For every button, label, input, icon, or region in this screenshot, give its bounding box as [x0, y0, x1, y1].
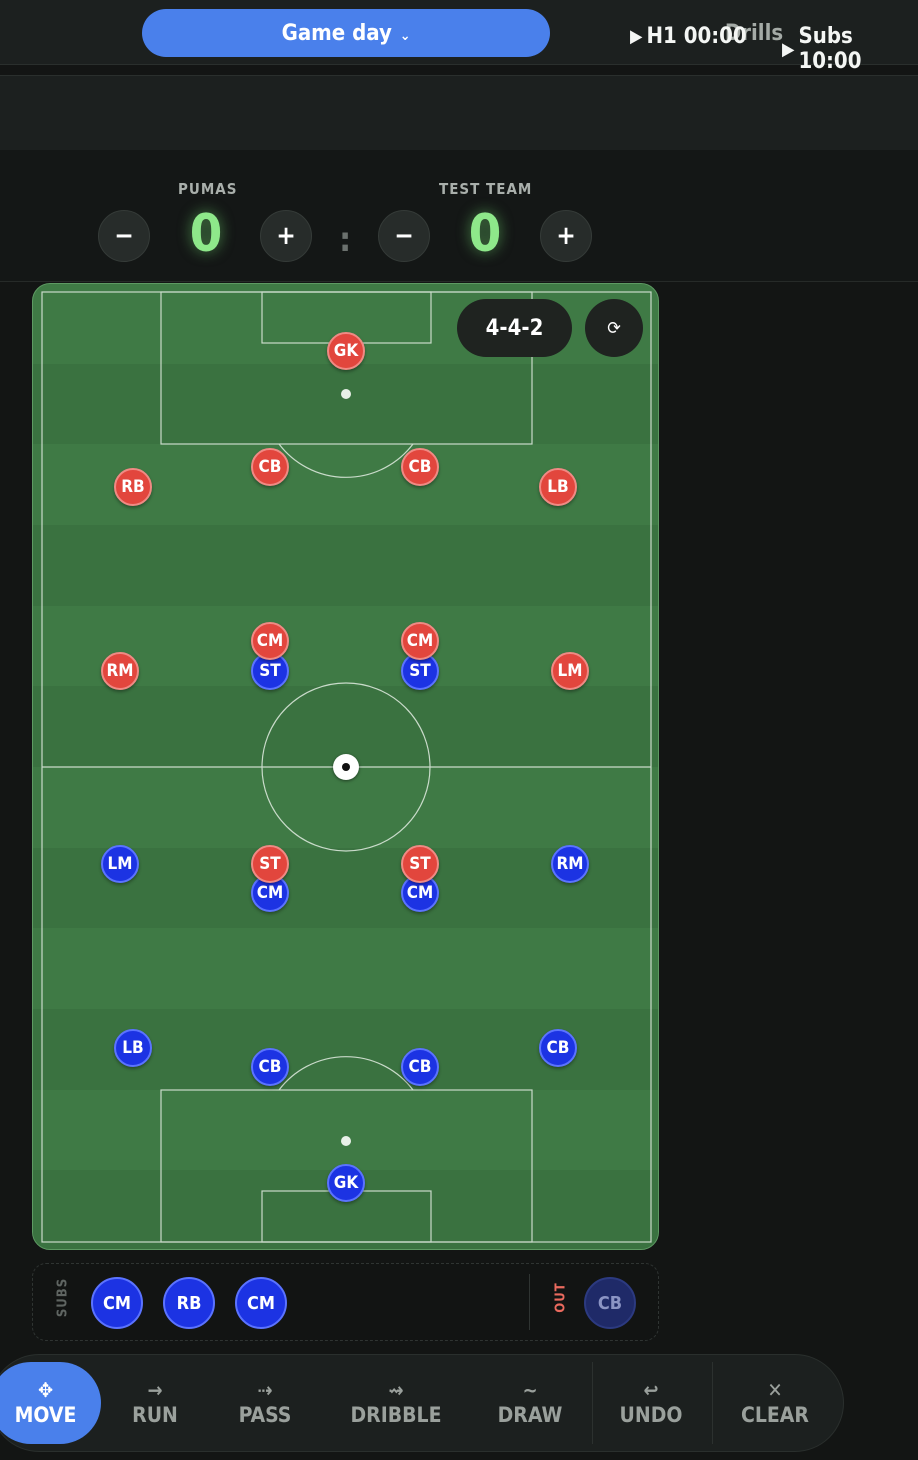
freehand-icon: ∼ — [522, 1378, 538, 1402]
red-player-lm[interactable]: LM — [551, 652, 589, 690]
blue-player-cb[interactable]: CB — [251, 1048, 289, 1086]
undo-button[interactable]: ↩ UNDO — [608, 1362, 694, 1444]
ball[interactable] — [333, 754, 359, 780]
red-player-gk[interactable]: GK — [327, 332, 365, 370]
subs-timer-button[interactable]: ▶ Subs 10:00 — [782, 24, 918, 74]
red-player-st[interactable]: ST — [401, 845, 439, 883]
run-tool-button[interactable]: → RUN — [112, 1362, 198, 1444]
sub-player[interactable]: CM — [235, 1277, 287, 1329]
blue-player-cb[interactable]: CB — [539, 1029, 577, 1067]
blue-player-lb[interactable]: LB — [114, 1029, 152, 1067]
play-icon: ▶ — [782, 38, 795, 60]
red-player-cb[interactable]: CB — [251, 448, 289, 486]
half-timer-label: H1 00:00 — [646, 24, 747, 49]
reset-formation-button[interactable]: ⟳ — [585, 299, 643, 357]
run-tool-label: RUN — [132, 1403, 178, 1427]
clear-button[interactable]: ✕ CLEAR — [730, 1362, 820, 1444]
subs-divider — [529, 1274, 530, 1330]
timer-bar — [0, 75, 918, 151]
home-score-decrement-button[interactable]: − — [98, 210, 150, 262]
tab-game-day[interactable]: Game day ⌄ — [142, 9, 550, 57]
blue-player-gk[interactable]: GK — [327, 1164, 365, 1202]
red-player-cm[interactable]: CM — [251, 622, 289, 660]
half-timer-button[interactable]: ▶ H1 00:00 — [630, 24, 747, 49]
away-score-increment-button[interactable]: + — [540, 210, 592, 262]
blue-player-rm[interactable]: RM — [551, 845, 589, 883]
draw-tool-label: DRAW — [497, 1403, 563, 1427]
red-player-lb[interactable]: LB — [539, 468, 577, 506]
toolbar-divider — [592, 1362, 593, 1444]
red-player-st[interactable]: ST — [251, 845, 289, 883]
out-player[interactable]: CB — [584, 1277, 636, 1329]
home-score-increment-button[interactable]: + — [260, 210, 312, 262]
play-icon: ▶ — [630, 26, 643, 47]
dashed-arrow-icon: ⇢ — [257, 1378, 273, 1402]
move-tool-button[interactable]: ✥ MOVE — [0, 1362, 101, 1444]
sub-player[interactable]: CM — [91, 1277, 143, 1329]
out-label: OUT — [553, 1282, 569, 1313]
squiggle-arrow-icon: ⇝ — [388, 1378, 404, 1402]
arrow-right-icon: → — [147, 1378, 163, 1402]
pass-tool-label: PASS — [238, 1403, 292, 1427]
close-icon: ✕ — [767, 1378, 783, 1402]
dribble-tool-button[interactable]: ⇝ DRIBBLE — [340, 1362, 452, 1444]
away-team-name: TEST TEAM — [439, 180, 533, 198]
move-tool-label: MOVE — [14, 1403, 77, 1427]
chevron-down-icon: ⌄ — [399, 28, 411, 44]
score-separator: : — [339, 220, 352, 260]
toolbar-divider — [712, 1362, 713, 1444]
move-icon: ✥ — [37, 1378, 54, 1402]
home-score: 0 — [189, 204, 223, 264]
subs-label: SUBS — [55, 1277, 71, 1318]
refresh-icon: ⟳ — [607, 317, 621, 339]
red-player-rm[interactable]: RM — [101, 652, 139, 690]
red-player-rb[interactable]: RB — [114, 468, 152, 506]
home-team-name: PUMAS — [178, 180, 238, 198]
sub-player[interactable]: RB — [163, 1277, 215, 1329]
undo-icon: ↩ — [643, 1378, 659, 1402]
undo-label: UNDO — [619, 1403, 683, 1427]
blue-player-lm[interactable]: LM — [101, 845, 139, 883]
subs-timer-label: Subs 10:00 — [798, 24, 862, 74]
ball-pattern — [342, 763, 350, 771]
blue-player-cb[interactable]: CB — [401, 1048, 439, 1086]
red-player-cb[interactable]: CB — [401, 448, 439, 486]
clear-label: CLEAR — [741, 1403, 809, 1427]
away-score: 0 — [468, 204, 502, 264]
away-score-decrement-button[interactable]: − — [378, 210, 430, 262]
pass-tool-button[interactable]: ⇢ PASS — [222, 1362, 308, 1444]
formation-selector[interactable]: 4-4-2 — [457, 299, 572, 357]
scoreboard: PUMAS TEST TEAM − 0 + : − 0 + — [0, 150, 918, 282]
red-player-cm[interactable]: CM — [401, 622, 439, 660]
draw-tool-button[interactable]: ∼ DRAW — [490, 1362, 570, 1444]
dribble-tool-label: DRIBBLE — [350, 1403, 442, 1427]
tab-game-day-label: Game day — [281, 20, 392, 46]
